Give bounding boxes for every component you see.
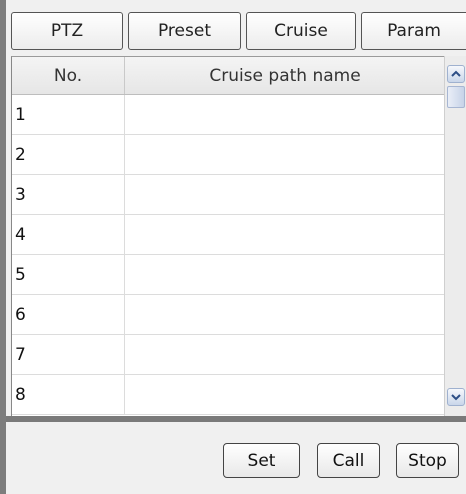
row-number: 7 xyxy=(12,335,125,374)
scrollbar-thumb[interactable] xyxy=(447,86,465,108)
cruise-path-name-cell[interactable] xyxy=(125,215,444,254)
cruise-path-name-cell[interactable] xyxy=(125,375,444,414)
row-number: 4 xyxy=(12,215,125,254)
tab-ptz[interactable]: PTZ xyxy=(11,12,123,50)
tab-cruise[interactable]: Cruise xyxy=(246,12,356,50)
vertical-scrollbar[interactable] xyxy=(444,56,466,416)
row-number: 5 xyxy=(12,255,125,294)
table-row[interactable]: 6 xyxy=(12,295,444,335)
cruise-path-name-cell[interactable] xyxy=(125,175,444,214)
stop-button[interactable]: Stop xyxy=(396,443,459,478)
table-row[interactable]: 7 xyxy=(12,335,444,375)
cruise-path-name-cell[interactable] xyxy=(125,335,444,374)
table-body: 1 2 3 4 5 6 7 8 xyxy=(12,95,444,415)
scroll-up-button[interactable] xyxy=(447,65,465,83)
tab-preset[interactable]: Preset xyxy=(128,12,241,50)
scroll-down-button[interactable] xyxy=(447,388,465,406)
cruise-path-name-cell[interactable] xyxy=(125,95,444,134)
tab-param[interactable]: Param xyxy=(361,12,466,50)
chevron-down-icon xyxy=(451,394,461,401)
table-header: No. Cruise path name xyxy=(12,57,444,95)
tab-bar: PTZ Preset Cruise Param xyxy=(0,0,466,56)
chevron-up-icon xyxy=(451,70,461,77)
table-row[interactable]: 5 xyxy=(12,255,444,295)
cruise-panel: PTZ Preset Cruise Param No. Cruise path … xyxy=(0,0,466,494)
row-number: 8 xyxy=(12,375,125,414)
table-row[interactable]: 1 xyxy=(12,95,444,135)
cruise-path-table: No. Cruise path name 1 2 3 4 5 6 7 8 xyxy=(11,56,444,416)
table-row[interactable]: 4 xyxy=(12,215,444,255)
row-number: 1 xyxy=(12,95,125,134)
set-button[interactable]: Set xyxy=(223,443,300,478)
call-button[interactable]: Call xyxy=(317,443,380,478)
row-number: 2 xyxy=(12,135,125,174)
cruise-path-name-cell[interactable] xyxy=(125,295,444,334)
table-row[interactable]: 8 xyxy=(12,375,444,415)
panel-divider xyxy=(6,416,466,422)
row-number: 6 xyxy=(12,295,125,334)
column-header-no[interactable]: No. xyxy=(12,57,125,94)
table-row[interactable]: 3 xyxy=(12,175,444,215)
cruise-path-name-cell[interactable] xyxy=(125,255,444,294)
row-number: 3 xyxy=(12,175,125,214)
table-row[interactable]: 2 xyxy=(12,135,444,175)
column-header-cruise-path-name[interactable]: Cruise path name xyxy=(125,57,444,94)
cruise-path-name-cell[interactable] xyxy=(125,135,444,174)
